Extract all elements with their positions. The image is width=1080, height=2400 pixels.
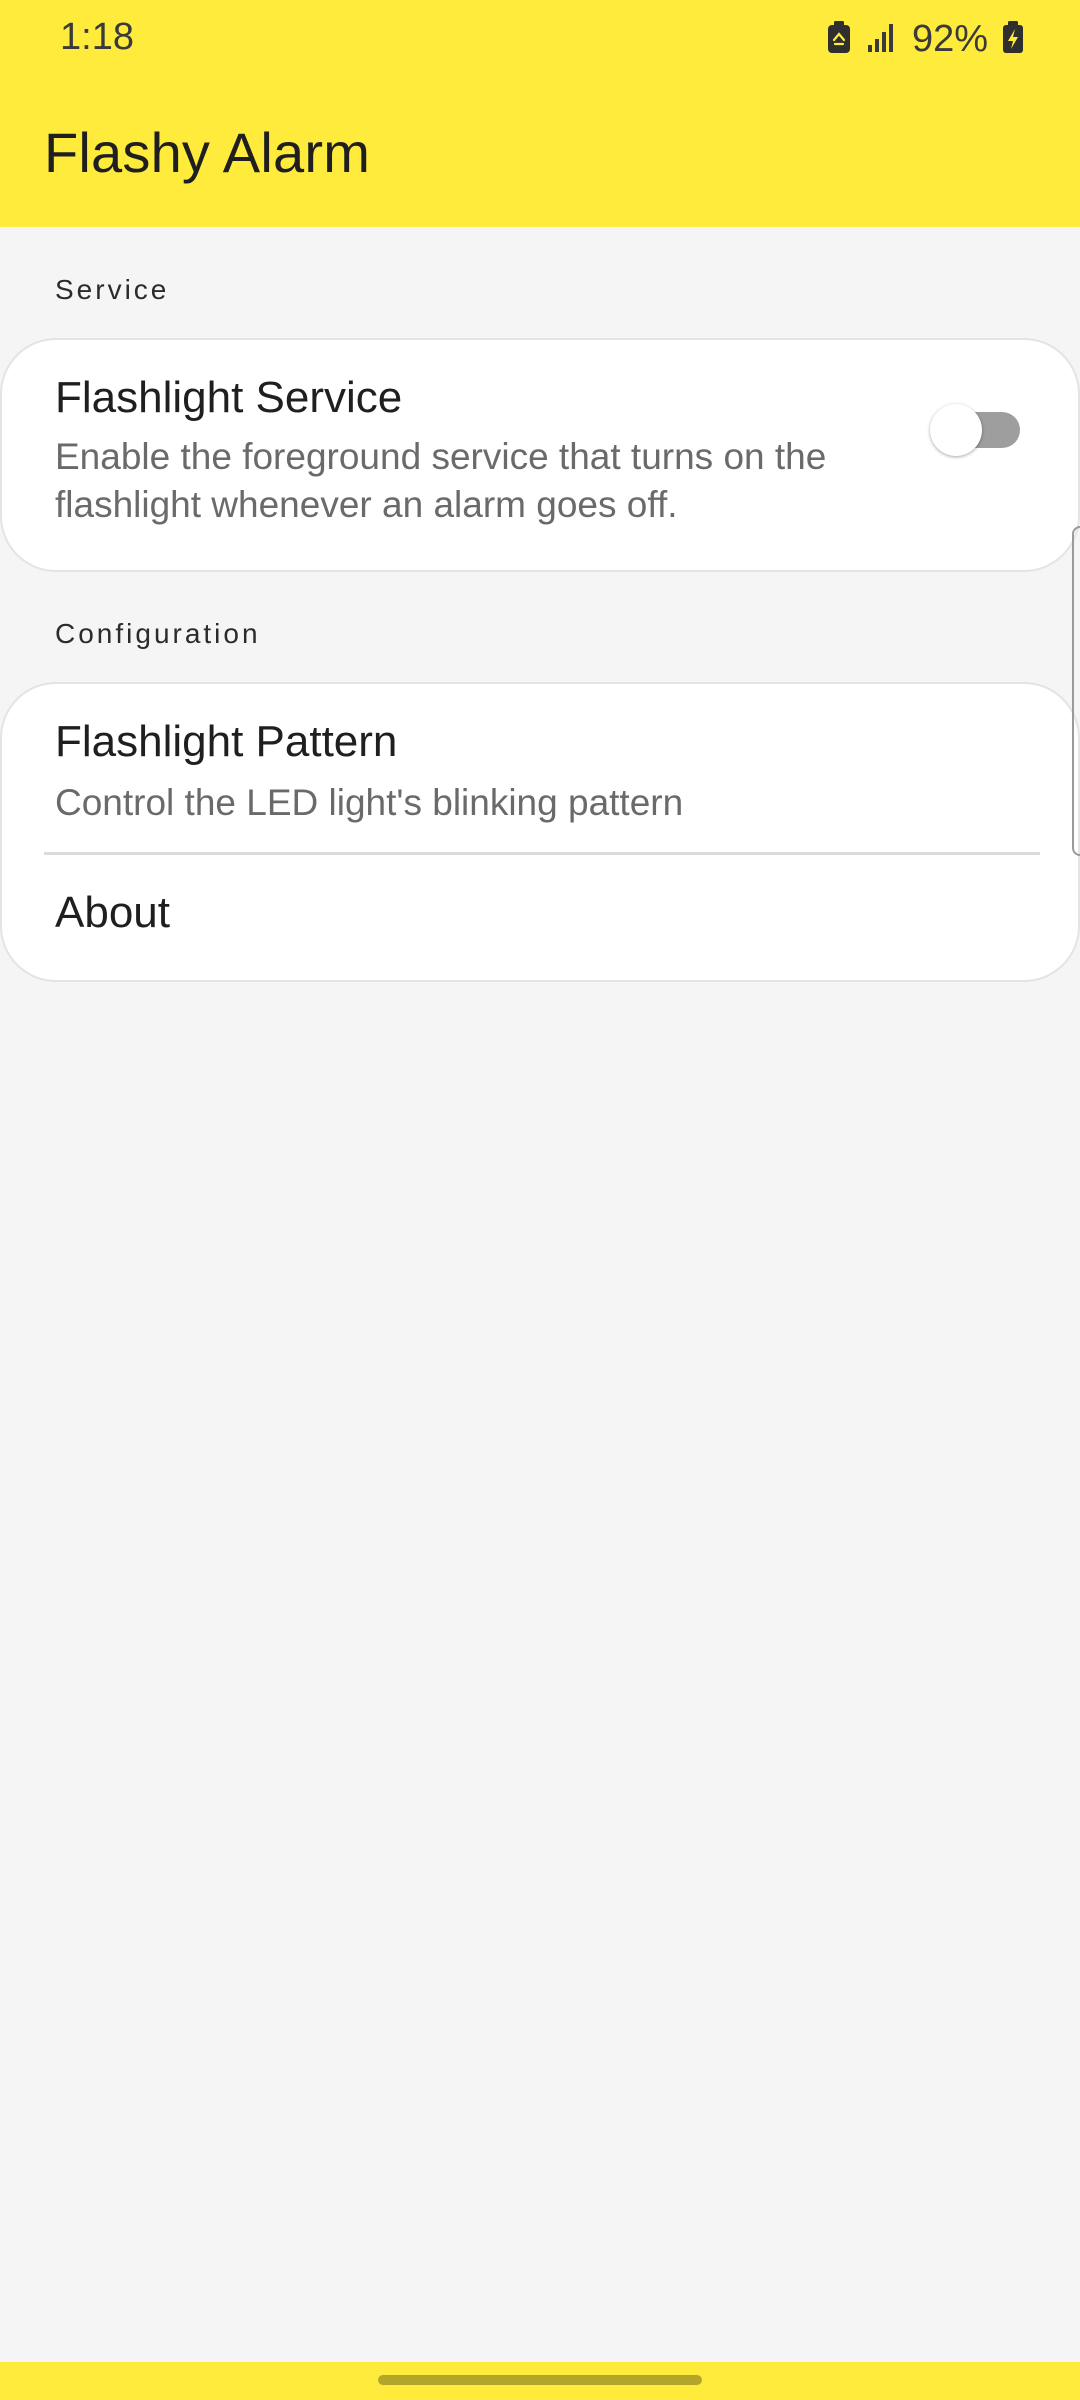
configuration-card: Flashlight Pattern Control the LED light… xyxy=(0,682,1080,982)
pref-about[interactable]: About xyxy=(2,854,1078,980)
flashlight-service-toggle[interactable] xyxy=(930,402,1020,458)
status-time: 1:18 xyxy=(60,16,134,58)
battery-saver-icon xyxy=(826,20,852,59)
battery-charging-icon xyxy=(1002,20,1024,59)
home-gesture-handle[interactable] xyxy=(378,2375,702,2385)
signal-icon xyxy=(866,21,898,58)
status-bar: 1:18 92% xyxy=(0,0,1080,78)
service-card: Flashlight Service Enable the foreground… xyxy=(0,338,1080,572)
app-bar: Flashy Alarm xyxy=(0,78,1080,227)
pref-flashlight-service[interactable]: Flashlight Service Enable the foreground… xyxy=(2,340,1078,570)
pref-summary: Control the LED light's blinking pattern xyxy=(55,782,684,823)
section-header-service: Service xyxy=(55,274,170,305)
pref-flashlight-pattern[interactable]: Flashlight Pattern Control the LED light… xyxy=(2,684,1078,854)
pref-title: Flashlight Pattern xyxy=(55,717,398,766)
battery-percent: 92% xyxy=(911,17,988,60)
toggle-thumb xyxy=(930,404,982,456)
pref-title: Flashlight Service xyxy=(55,373,403,422)
edge-panel-handle[interactable] xyxy=(1072,526,1080,856)
status-icons: 92% xyxy=(826,16,1024,62)
pref-summary: Enable the foreground service that turns… xyxy=(55,436,827,525)
navigation-bar xyxy=(0,2362,1080,2400)
app-title: Flashy Alarm xyxy=(44,121,371,184)
section-header-configuration: Configuration xyxy=(55,618,261,649)
pref-title: About xyxy=(55,888,170,937)
